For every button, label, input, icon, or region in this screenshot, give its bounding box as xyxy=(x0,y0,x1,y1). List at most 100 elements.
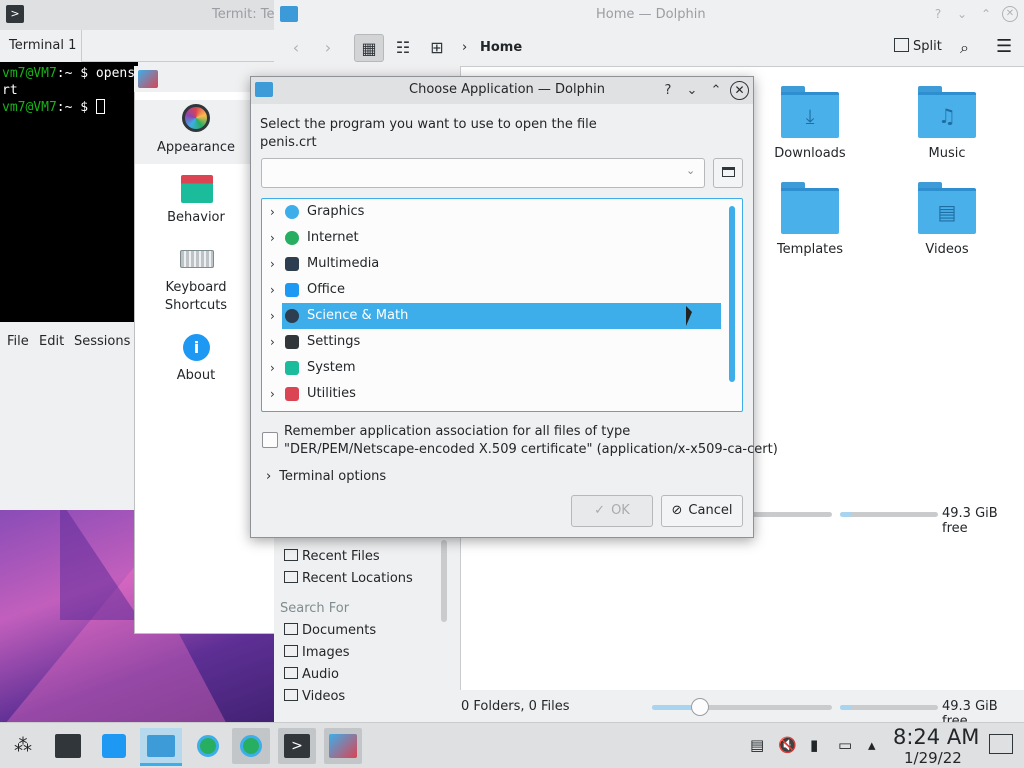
split-button[interactable]: Split xyxy=(894,38,942,54)
terminal-options-toggle[interactable]: › Terminal options xyxy=(266,469,386,484)
settings-item-behavior[interactable]: Behavior xyxy=(135,209,257,227)
sidebar-item-recent-files[interactable]: Recent Files xyxy=(284,549,380,564)
task-dolphin-icon[interactable] xyxy=(140,728,182,766)
clipboard-icon[interactable]: ▤ xyxy=(750,736,764,754)
terminal-app-icon[interactable]: > xyxy=(6,5,24,23)
folder-downloads-icon[interactable]: ⤓ xyxy=(781,86,839,138)
settings-item-appearance[interactable]: Appearance xyxy=(135,139,257,157)
folder-videos-icon[interactable]: ▤ xyxy=(918,182,976,234)
icons-view-icon[interactable]: ▦ xyxy=(354,34,384,62)
audio-icon xyxy=(284,667,298,679)
folder-label[interactable]: Downloads xyxy=(755,146,865,161)
remember-association-label[interactable]: Remember application association for all… xyxy=(284,423,778,459)
close-icon[interactable]: ✕ xyxy=(1002,6,1018,22)
chevron-right-icon[interactable]: › xyxy=(270,277,275,303)
close-icon[interactable]: ✕ xyxy=(730,81,749,100)
terminal-tab[interactable]: Terminal 1 xyxy=(0,30,82,62)
remember-association-checkbox[interactable] xyxy=(262,432,278,448)
clock-date[interactable]: 1/29/22 xyxy=(904,749,962,767)
cancel-button[interactable]: ⊘ Cancel xyxy=(661,495,743,527)
settings-item-about[interactable]: About xyxy=(135,367,257,385)
sidebar-item-label: Recent Locations xyxy=(302,571,413,586)
checkmark-icon: ✓ xyxy=(594,503,606,518)
settings-app-icon[interactable] xyxy=(138,70,158,88)
menu-sessions[interactable]: Sessions xyxy=(74,334,130,349)
sidebar-item-audio[interactable]: Audio xyxy=(284,667,339,682)
application-combobox[interactable] xyxy=(261,158,705,188)
terminal-command: :~ $ xyxy=(56,100,96,115)
task-terminal-icon[interactable]: > xyxy=(278,728,316,764)
help-icon[interactable]: ? xyxy=(659,82,677,100)
chevron-down-icon[interactable]: ⌄ xyxy=(686,164,695,177)
task-discover-icon[interactable] xyxy=(95,728,133,764)
tree-item-science-math[interactable]: › Science & Math xyxy=(270,303,721,329)
minimize-icon[interactable]: ⌄ xyxy=(683,82,701,100)
sidebar-item-label: Images xyxy=(302,645,350,660)
sidebar-item-label: Documents xyxy=(302,623,377,638)
task-settings-icon[interactable] xyxy=(49,728,87,764)
maximize-icon[interactable]: ⌃ xyxy=(707,82,725,100)
sidebar-heading-search: Search For xyxy=(280,601,350,616)
tree-item-office[interactable]: › Office xyxy=(262,277,721,303)
clock-time[interactable]: 8:24 AM xyxy=(893,725,979,749)
zoom-slider-knob[interactable] xyxy=(691,698,709,716)
sidebar-scrollbar[interactable] xyxy=(441,540,447,622)
zoom-slider[interactable] xyxy=(652,705,832,710)
usb-device-icon[interactable]: ▮ xyxy=(810,736,818,754)
free-space-label: 49.3 GiB free xyxy=(942,506,998,536)
chevron-right-icon[interactable]: › xyxy=(270,381,275,407)
tree-item-settings[interactable]: › Settings xyxy=(262,329,721,355)
browse-folder-button[interactable] xyxy=(713,158,743,188)
volume-muted-icon[interactable]: 🔇 xyxy=(778,736,797,754)
sidebar-item-images[interactable]: Images xyxy=(284,645,350,660)
folder-label[interactable]: Templates xyxy=(755,242,865,257)
show-desktop-icon[interactable] xyxy=(989,734,1013,754)
terminal-output[interactable]: vm7@VM7:~ $ openss rt vm7@VM7:~ $ xyxy=(0,62,138,322)
tree-item-graphics[interactable]: › Graphics xyxy=(262,199,721,225)
chevron-right-icon[interactable]: › xyxy=(270,199,275,225)
folder-label[interactable]: Music xyxy=(892,146,1002,161)
task-system-settings-icon[interactable] xyxy=(324,728,362,764)
folder-label[interactable]: Videos xyxy=(892,242,1002,257)
forward-icon[interactable]: › xyxy=(313,34,343,62)
compact-view-icon[interactable]: ☷ xyxy=(388,34,418,62)
ok-button[interactable]: ✓ OK xyxy=(571,495,653,527)
tray-expand-icon[interactable]: ▴ xyxy=(868,736,876,754)
search-icon[interactable]: ⌕ xyxy=(960,38,969,58)
task-browser-window-icon[interactable] xyxy=(232,728,270,764)
dolphin-app-icon[interactable] xyxy=(280,6,298,22)
hamburger-menu-icon[interactable]: ☰ xyxy=(996,36,1012,57)
dolphin-title: Home — Dolphin xyxy=(596,7,706,22)
breadcrumb-home[interactable]: Home xyxy=(480,40,522,55)
chevron-right-icon[interactable]: › xyxy=(270,251,275,277)
help-icon[interactable]: ? xyxy=(930,6,946,22)
back-icon[interactable]: ‹ xyxy=(281,34,311,62)
tree-item-utilities[interactable]: › Utilities xyxy=(262,381,721,407)
details-view-icon[interactable]: ⊞ xyxy=(422,34,452,62)
sidebar-item-recent-locations[interactable]: Recent Locations xyxy=(284,571,413,586)
chevron-right-icon[interactable]: › xyxy=(270,329,275,355)
office-icon xyxy=(285,283,299,297)
terminal-line: rt xyxy=(2,83,18,98)
menu-file[interactable]: File xyxy=(7,334,29,349)
task-browser-icon[interactable] xyxy=(189,728,227,764)
folder-templates-icon[interactable] xyxy=(781,182,839,234)
tree-item-label: System xyxy=(307,360,356,375)
maximize-icon[interactable]: ⌃ xyxy=(978,6,994,22)
tree-scrollbar[interactable] xyxy=(729,206,735,382)
folder-icon xyxy=(721,167,735,177)
settings-item-keyboard-shortcuts[interactable]: Keyboard Shortcuts xyxy=(135,279,257,315)
app-launcher-icon[interactable]: ⁂ xyxy=(4,728,42,764)
chevron-right-icon[interactable]: › xyxy=(270,303,275,329)
sidebar-item-documents[interactable]: Documents xyxy=(284,623,376,638)
sidebar-item-videos[interactable]: Videos xyxy=(284,689,345,704)
tree-item-multimedia[interactable]: › Multimedia xyxy=(262,251,721,277)
chevron-right-icon[interactable]: › xyxy=(270,225,275,251)
minimize-icon[interactable]: ⌄ xyxy=(954,6,970,22)
network-icon[interactable]: ▭ xyxy=(838,736,852,754)
chevron-right-icon[interactable]: › xyxy=(270,355,275,381)
tree-item-internet[interactable]: › Internet xyxy=(262,225,721,251)
menu-edit[interactable]: Edit xyxy=(39,334,64,349)
folder-music-icon[interactable]: ♫ xyxy=(918,86,976,138)
tree-item-system[interactable]: › System xyxy=(262,355,721,381)
